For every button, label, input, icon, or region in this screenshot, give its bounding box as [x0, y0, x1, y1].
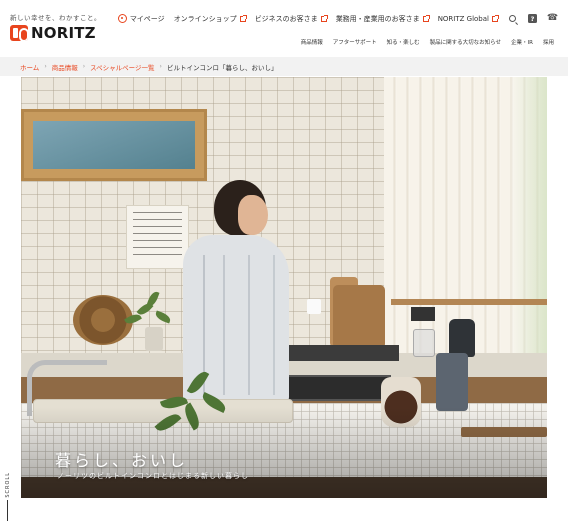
note-card [126, 205, 189, 269]
breadcrumb-home[interactable]: ホーム [20, 62, 39, 72]
subnav-item-support[interactable]: アフターサポート [333, 38, 377, 46]
external-link-icon [422, 14, 430, 22]
search-button[interactable] [507, 13, 518, 24]
nav-item-label: 業務用・産業用のお客さま [335, 14, 420, 23]
noritz-logo-mark-icon [10, 24, 28, 41]
chevron-right-icon: › [44, 63, 47, 70]
subnav-item-products[interactable]: 商品情報 [301, 38, 323, 46]
built-in-stove [283, 345, 399, 361]
logo-text: NORITZ [31, 23, 96, 42]
sub-navigation: 商品情報 アフターサポート 知る・楽しむ 製品に関する大切なお知らせ 企業・IR… [301, 38, 554, 46]
search-icon [509, 15, 516, 22]
breadcrumb-special-pages[interactable]: スペシャルページ一覧 [90, 62, 154, 72]
scroll-label: SCROLL [5, 472, 11, 498]
subnav-item-corporate[interactable]: 企業・IR [511, 38, 533, 46]
external-link-icon [320, 14, 328, 22]
oven-grill [287, 375, 391, 401]
subnav-item-notices[interactable]: 製品に関する大切なお知らせ [430, 38, 501, 46]
nav-item-label: ビジネスのお客さま [254, 14, 318, 23]
nav-item-industrial[interactable]: 業務用・産業用のお客さま [335, 14, 430, 24]
subnav-item-learn[interactable]: 知る・楽しむ [387, 38, 420, 46]
nav-item-label: マイページ [129, 14, 165, 23]
nav-item-online-shop[interactable]: オンラインショップ [173, 14, 247, 24]
help-icon: ? [528, 14, 537, 23]
chevron-right-icon: › [159, 63, 162, 70]
cutting-board [333, 285, 385, 349]
hero-title: 暮らし、おいし [55, 451, 189, 470]
nav-item-mypage[interactable]: マイページ [117, 14, 165, 24]
breadcrumb: ホーム › 商品情報 › スペシャルページ一覧 › ビルトインコンロ「暮らし、お… [0, 57, 568, 76]
coffee-grinder [436, 353, 468, 411]
kettle [449, 319, 475, 357]
noritz-logo[interactable]: NORITZ [10, 23, 96, 42]
vase [145, 327, 163, 351]
chevron-right-icon: › [82, 63, 86, 70]
hero-subtitle: ノーリツのビルトインコンロとはじまる新しい暮らし [57, 472, 249, 480]
wall-cabinet [21, 109, 207, 181]
phone-icon: ☎ [546, 13, 559, 23]
woman-face [238, 195, 268, 235]
coffee-dripper [411, 307, 435, 357]
phone-button[interactable]: ☎ [547, 13, 558, 24]
nav-item-business[interactable]: ビジネスのお客さま [254, 14, 328, 24]
nav-item-global[interactable]: NORITZ Global [437, 14, 499, 23]
nav-item-label: オンラインショップ [173, 14, 237, 23]
external-link-icon [492, 14, 499, 22]
breadcrumb-products[interactable]: 商品情報 [52, 62, 78, 72]
breadcrumb-current: ビルトインコンロ「暮らし、おいし」 [166, 63, 278, 72]
tagline: 新しい幸せを、わかすこと。 [10, 14, 101, 22]
nav-item-label: NORITZ Global [437, 14, 489, 23]
mug [307, 299, 321, 314]
top-navigation: マイページ オンラインショップ ビジネスのお客さま 業務用・産業用のお客さま N… [117, 13, 558, 24]
hero-image: 暮らし、おいし ノーリツのビルトインコンロとはじまる新しい暮らし [21, 77, 547, 498]
help-button[interactable]: ? [527, 13, 538, 24]
external-link-icon [239, 14, 247, 22]
window-light [511, 77, 547, 377]
scroll-indicator-line [7, 500, 8, 521]
mypage-icon [117, 14, 127, 23]
subnav-item-recruit[interactable]: 採用 [543, 38, 554, 46]
shelf [391, 299, 547, 305]
